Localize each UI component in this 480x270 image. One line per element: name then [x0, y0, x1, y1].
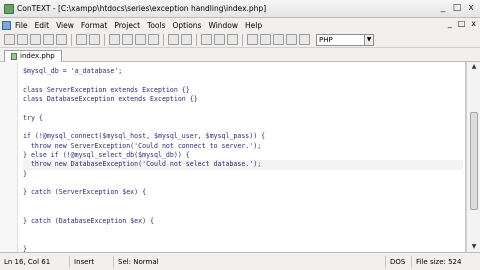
code-line[interactable]: if (!@mysql_connect($mysql_host, $mysql_… [23, 132, 463, 141]
code-line[interactable]: try { [23, 114, 463, 123]
menu-file[interactable]: File [15, 21, 28, 30]
close-file-icon[interactable] [56, 34, 67, 45]
code-line[interactable] [23, 207, 463, 216]
window-title: ConTEXT - [C:\xampp\htdocs\series\except… [17, 4, 267, 13]
status-selection: Sel: Normal [114, 255, 386, 268]
toolbar: PHP ▼ [0, 32, 480, 48]
vertical-scrollbar[interactable]: ▲ ▼ [466, 62, 480, 252]
maximize-button[interactable]: □ [450, 3, 464, 15]
scroll-up-icon[interactable]: ▲ [468, 62, 480, 72]
code-line[interactable] [23, 226, 463, 235]
code-line[interactable]: $mysql_db = 'a_database'; [23, 67, 463, 76]
code-line[interactable]: } catch (ServerException $ex) { [23, 188, 463, 197]
help-icon[interactable] [299, 34, 310, 45]
minimize-button[interactable]: _ [436, 3, 450, 15]
code-editor[interactable]: $mysql_db = 'a_database'; class ServerEx… [0, 62, 466, 252]
php-file-icon [11, 53, 17, 60]
find-icon[interactable] [201, 34, 212, 45]
delete-icon[interactable] [148, 34, 159, 45]
save-all-icon[interactable] [43, 34, 54, 45]
menu-project[interactable]: Project [114, 21, 140, 30]
word-wrap-icon[interactable] [247, 34, 258, 45]
title-bar: ConTEXT - [C:\xampp\htdocs\series\except… [0, 0, 480, 18]
code-line[interactable] [23, 123, 463, 132]
toolbar-separator [196, 33, 197, 46]
status-mode: Insert [70, 255, 114, 268]
undo-icon[interactable] [168, 34, 179, 45]
find-next-icon[interactable] [214, 34, 225, 45]
tools-icon[interactable] [273, 34, 284, 45]
code-line[interactable]: class ServerException extends Exception … [23, 86, 463, 95]
menu-format[interactable]: Format [81, 21, 107, 30]
status-bar: Ln 16, Col 61 Insert Sel: Normal DOS Fil… [0, 252, 480, 270]
code-line[interactable] [23, 198, 463, 207]
redo-icon[interactable] [181, 34, 192, 45]
toolbar-separator [104, 33, 105, 46]
code-line[interactable]: throw new ServerException('Could not con… [23, 142, 463, 151]
menu-tools[interactable]: Tools [147, 21, 165, 30]
editor-gutter [0, 62, 18, 252]
scroll-thumb[interactable] [470, 112, 478, 210]
code-line[interactable] [23, 179, 463, 188]
status-format: DOS [386, 255, 412, 268]
doc-restore-button[interactable]: □ [458, 19, 466, 28]
code-line[interactable]: } [23, 245, 463, 252]
cut-icon[interactable] [109, 34, 120, 45]
scroll-down-icon[interactable]: ▼ [468, 242, 480, 252]
language-select-value: PHP [319, 35, 333, 44]
menu-options[interactable]: Options [173, 21, 202, 30]
code-line[interactable]: class DatabaseException extends Exceptio… [23, 95, 463, 104]
paste-icon[interactable] [135, 34, 146, 45]
doc-close-button[interactable]: x [471, 19, 476, 28]
app-icon [4, 3, 14, 14]
code-line-current[interactable]: throw new DatabaseException('Could not s… [23, 160, 463, 170]
code-line[interactable] [23, 104, 463, 113]
wand-icon[interactable] [260, 34, 271, 45]
code-line[interactable]: } catch (DatabaseException $ex) { [23, 217, 463, 226]
replace-icon[interactable] [227, 34, 238, 45]
code-line[interactable] [23, 235, 463, 244]
close-button[interactable]: x [464, 3, 478, 15]
menu-view[interactable]: View [56, 21, 74, 30]
toolbar-separator [242, 33, 243, 46]
tab-label: index.php [20, 52, 55, 60]
open-file-icon[interactable] [17, 34, 28, 45]
menu-help[interactable]: Help [245, 21, 262, 30]
code-lines: $mysql_db = 'a_database'; class ServerEx… [23, 67, 463, 252]
new-file-icon[interactable] [4, 34, 15, 45]
language-select[interactable]: PHP ▼ [316, 33, 374, 46]
status-filesize: File size: 524 [416, 257, 462, 266]
copy-icon[interactable] [122, 34, 133, 45]
macro-icon[interactable] [286, 34, 297, 45]
print-preview-icon[interactable] [89, 34, 100, 45]
document-icon[interactable] [2, 20, 11, 30]
toolbar-separator [163, 33, 164, 46]
window-controls: _ □ x [436, 3, 478, 15]
menu-edit[interactable]: Edit [35, 21, 50, 30]
menu-window[interactable]: Window [208, 21, 238, 30]
doc-minimize-button[interactable]: _ [448, 19, 452, 28]
document-window-controls: _ □ x [448, 19, 476, 28]
code-line[interactable]: } [23, 170, 463, 179]
menu-bar: File Edit View Format Project Tools Opti… [0, 18, 480, 32]
code-line[interactable] [23, 76, 463, 85]
code-line[interactable]: } else if (!@mysql_select_db($mysql_db))… [23, 151, 463, 160]
print-icon[interactable] [76, 34, 87, 45]
tab-bar: index.php [0, 48, 480, 62]
tab-index-php[interactable]: index.php [4, 50, 62, 62]
status-position: Ln 16, Col 61 [0, 255, 70, 268]
toolbar-separator [71, 33, 72, 46]
save-icon[interactable] [30, 34, 41, 45]
chevron-down-icon[interactable]: ▼ [364, 34, 373, 45]
